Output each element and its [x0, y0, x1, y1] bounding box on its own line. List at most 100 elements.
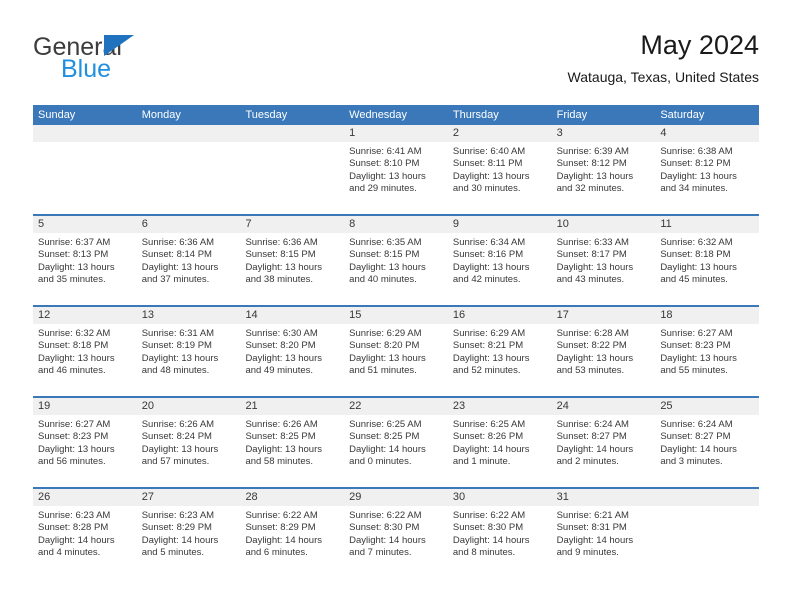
day-cell[interactable]: Sunrise: 6:22 AM Sunset: 8:30 PM Daylight:…	[448, 506, 552, 578]
general-blue-logo[interactable]: General Blue	[33, 34, 263, 92]
day-number[interactable]: 22	[344, 398, 448, 415]
day-info-line: Sunrise: 6:40 AM	[452, 146, 526, 157]
day-cell[interactable]: Sunrise: 6:26 AM Sunset: 8:24 PM Daylight:…	[137, 415, 241, 487]
day-number[interactable]: 6	[137, 216, 241, 233]
day-cell[interactable]: Sunrise: 6:36 AM Sunset: 8:15 PM Daylight:…	[240, 233, 344, 305]
day-cell[interactable]: Sunrise: 6:32 AM Sunset: 8:18 PM Daylight:…	[655, 233, 759, 305]
day-info-line: Daylight: 14 hours	[452, 443, 530, 455]
day-number[interactable]: 17	[552, 307, 656, 324]
weekday-header-saturday: Saturday	[660, 109, 705, 121]
day-number[interactable]: 3	[552, 125, 656, 142]
calendar-week-row: 26 27 28 29 30 31 Sunrise: 6:23 AM Sunset: 8:28…	[33, 487, 759, 578]
day-cell[interactable]: Sunrise: 6:35 AM Sunset: 8:15 PM Daylight:…	[344, 233, 448, 305]
day-number[interactable]: 2	[448, 125, 552, 142]
day-cell[interactable]: Sunrise: 6:22 AM Sunset: 8:29 PM Daylight:…	[240, 506, 344, 578]
day-cell[interactable]: Sunrise: 6:38 AM Sunset: 8:12 PM Daylight:…	[655, 142, 759, 214]
day-info-line: Daylight: 13 hours	[141, 352, 219, 364]
day-cell[interactable]: Sunrise: 6:25 AM Sunset: 8:26 PM Daylight:…	[448, 415, 552, 487]
day-number[interactable]: 5	[33, 216, 137, 233]
day-cell[interactable]: Sunrise: 6:32 AM Sunset: 8:18 PM Daylight:…	[33, 324, 137, 396]
day-info-line: Sunrise: 6:24 AM	[660, 419, 733, 430]
day-number[interactable]: 25	[655, 398, 759, 415]
day-cell[interactable]: Sunrise: 6:24 AM Sunset: 8:27 PM Daylight:…	[655, 415, 759, 487]
day-cell[interactable]: Sunrise: 6:39 AM Sunset: 8:12 PM Daylight:…	[552, 142, 656, 214]
day-cell[interactable]: Sunrise: 6:31 AM Sunset: 8:19 PM Daylight:…	[137, 324, 241, 396]
day-number[interactable]: 16	[448, 307, 552, 324]
day-info-line: Daylight: 14 hours	[141, 534, 219, 546]
day-number[interactable]: 20	[137, 398, 241, 415]
weekday-header-friday: Friday	[556, 109, 588, 121]
day-number[interactable]: 19	[33, 398, 137, 415]
day-info-line: Sunrise: 6:25 AM	[452, 419, 526, 430]
day-cell[interactable]: Sunrise: 6:27 AM Sunset: 8:23 PM Daylight:…	[655, 324, 759, 396]
day-cell[interactable]: Sunrise: 6:37 AM Sunset: 8:13 PM Daylight:…	[33, 233, 137, 305]
day-info-line: Daylight: 13 hours	[556, 170, 634, 182]
day-info-line: Sunrise: 6:23 AM	[141, 510, 215, 521]
day-number[interactable]: 21	[240, 398, 344, 415]
day-number[interactable]: 10	[552, 216, 656, 233]
day-info-line: Daylight: 13 hours	[245, 443, 323, 455]
day-number[interactable]: 29	[344, 489, 448, 506]
day-cell[interactable]: Sunrise: 6:27 AM Sunset: 8:23 PM Daylight:…	[33, 415, 137, 487]
calendar-page: General Blue May 2024 Watauga, Texas, Un…	[0, 0, 792, 612]
day-info-line: and 32 minutes.	[556, 183, 625, 195]
day-cell[interactable]: Sunrise: 6:25 AM Sunset: 8:25 PM Daylight:…	[344, 415, 448, 487]
day-cell[interactable]: Sunrise: 6:23 AM Sunset: 8:29 PM Daylight:…	[137, 506, 241, 578]
day-number[interactable]: 4	[655, 125, 759, 142]
day-number[interactable]: 31	[552, 489, 656, 506]
day-info-line: Daylight: 13 hours	[141, 261, 219, 273]
day-cell[interactable]: Sunrise: 6:21 AM Sunset: 8:31 PM Daylight:…	[552, 506, 656, 578]
day-info-line: Daylight: 13 hours	[556, 261, 634, 273]
day-number[interactable]: 13	[137, 307, 241, 324]
day-info-line: Sunset: 8:17 PM	[556, 249, 627, 261]
weekday-header-wednesday: Wednesday	[349, 109, 408, 121]
day-number[interactable]: 14	[240, 307, 344, 324]
day-info-line: Sunset: 8:14 PM	[141, 249, 212, 261]
day-cell-empty	[655, 506, 759, 578]
day-number[interactable]: 27	[137, 489, 241, 506]
day-info-line: and 2 minutes.	[556, 456, 619, 468]
day-info-line: Sunset: 8:26 PM	[452, 431, 524, 443]
day-number[interactable]: 12	[33, 307, 137, 324]
triangle-icon	[104, 35, 134, 56]
day-info-line: Sunset: 8:13 PM	[38, 249, 109, 261]
day-number[interactable]: 18	[655, 307, 759, 324]
day-number-empty	[137, 125, 241, 142]
day-cell[interactable]: Sunrise: 6:24 AM Sunset: 8:27 PM Daylight:…	[552, 415, 656, 487]
day-info-line: Sunset: 8:30 PM	[349, 522, 420, 534]
day-number[interactable]: 23	[448, 398, 552, 415]
day-number[interactable]: 26	[33, 489, 137, 506]
day-number[interactable]: 30	[448, 489, 552, 506]
day-number[interactable]: 15	[344, 307, 448, 324]
week-body-row: Sunrise: 6:23 AM Sunset: 8:28 PM Daylight:…	[33, 506, 759, 578]
day-info-line: Sunset: 8:18 PM	[660, 249, 731, 261]
day-cell[interactable]: Sunrise: 6:30 AM Sunset: 8:20 PM Daylight:…	[240, 324, 344, 396]
day-cell[interactable]: Sunrise: 6:23 AM Sunset: 8:28 PM Daylight:…	[33, 506, 137, 578]
day-number[interactable]: 28	[240, 489, 344, 506]
day-number[interactable]: 9	[448, 216, 552, 233]
day-info-line: Sunrise: 6:35 AM	[349, 237, 422, 248]
day-cell[interactable]: Sunrise: 6:40 AM Sunset: 8:11 PM Daylight:…	[448, 142, 552, 214]
day-info-line: and 1 minute.	[452, 456, 511, 468]
day-cell-empty	[240, 142, 344, 214]
day-cell[interactable]: Sunrise: 6:29 AM Sunset: 8:20 PM Daylight:…	[344, 324, 448, 396]
day-number[interactable]: 1	[344, 125, 448, 142]
day-cell[interactable]: Sunrise: 6:29 AM Sunset: 8:21 PM Daylight:…	[448, 324, 552, 396]
day-cell[interactable]: Sunrise: 6:26 AM Sunset: 8:25 PM Daylight:…	[240, 415, 344, 487]
day-cell[interactable]: Sunrise: 6:36 AM Sunset: 8:14 PM Daylight:…	[137, 233, 241, 305]
day-number[interactable]: 7	[240, 216, 344, 233]
day-cell[interactable]: Sunrise: 6:41 AM Sunset: 8:10 PM Daylight:…	[344, 142, 448, 214]
day-number[interactable]: 24	[552, 398, 656, 415]
day-info-line: Daylight: 13 hours	[349, 261, 426, 273]
day-info-line: Sunset: 8:29 PM	[141, 522, 212, 534]
day-info-line: Sunrise: 6:27 AM	[38, 419, 111, 430]
day-number[interactable]: 8	[344, 216, 448, 233]
week-daynumber-band: 5 6 7 8 9 10 11	[33, 216, 759, 233]
day-cell[interactable]: Sunrise: 6:34 AM Sunset: 8:16 PM Daylight:…	[448, 233, 552, 305]
day-cell[interactable]: Sunrise: 6:33 AM Sunset: 8:17 PM Daylight:…	[552, 233, 656, 305]
day-info-line: Sunset: 8:23 PM	[38, 431, 109, 443]
day-info-line: Daylight: 14 hours	[556, 443, 634, 455]
day-cell[interactable]: Sunrise: 6:28 AM Sunset: 8:22 PM Daylight:…	[552, 324, 656, 396]
day-cell[interactable]: Sunrise: 6:22 AM Sunset: 8:30 PM Daylight:…	[344, 506, 448, 578]
day-number[interactable]: 11	[655, 216, 759, 233]
